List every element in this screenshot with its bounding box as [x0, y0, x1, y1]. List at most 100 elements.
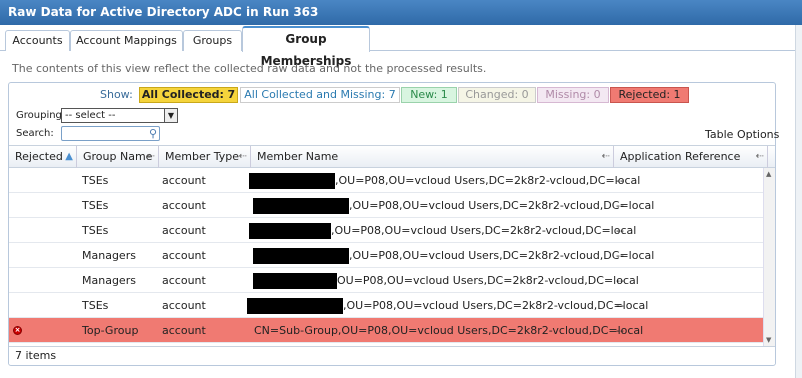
member-name-suffix: OU=P08,OU=vcloud Users,DC=2k8r2-vcloud,D…: [337, 274, 639, 287]
filter-changed-label: Changed:: [465, 88, 519, 101]
grouping-label: Grouping:: [16, 110, 66, 121]
search-icon[interactable]: ⚲: [149, 127, 157, 140]
redacted-block: [247, 298, 343, 314]
table-row[interactable]: TSEs account ,OU=P08,OU=vcloud Users,DC=…: [9, 193, 763, 218]
cell-application-reference: --: [616, 224, 624, 237]
table-row[interactable]: TSEs account ,OU=P08,OU=vcloud Users,DC=…: [9, 168, 763, 193]
table-row[interactable]: Managers account OU=P08,OU=vcloud Users,…: [9, 268, 763, 293]
column-menu-icon: ⇠: [146, 151, 155, 162]
cell-application-reference: --: [616, 199, 624, 212]
window-scrollbar[interactable]: [795, 25, 802, 378]
redacted-block: [253, 248, 349, 264]
cell-application-reference: --: [616, 299, 624, 312]
cell-group-name: TSEs: [82, 299, 109, 312]
filter-all-collected[interactable]: All Collected: 7: [139, 87, 238, 103]
cell-application-reference: --: [616, 249, 624, 262]
cell-group-name: Top-Group: [82, 324, 139, 337]
tab-accounts[interactable]: Accounts: [5, 30, 70, 51]
cell-member-name: ,OU=P08,OU=vcloud Users,DC=2k8r2-vcloud,…: [247, 293, 648, 318]
cell-member-name: ,OU=P08,OU=vcloud Users,DC=2k8r2-vcloud,…: [253, 193, 654, 218]
search-label: Search:: [16, 128, 54, 139]
redacted-block: [249, 173, 335, 189]
table-row[interactable]: Managers account ,OU=P08,OU=vcloud Users…: [9, 243, 763, 268]
rejected-icon: ×: [13, 326, 22, 335]
cell-member-name: ,OU=P08,OU=vcloud Users,DC=2k8r2-vcloud,…: [249, 168, 640, 193]
col-application-reference[interactable]: Application Reference ⇠: [614, 146, 768, 168]
cell-member-name: ,OU=P08,OU=vcloud Users,DC=2k8r2-vcloud,…: [249, 218, 636, 243]
member-name-suffix: ,OU=P08,OU=vcloud Users,DC=2k8r2-vcloud,…: [335, 174, 641, 187]
filter-all-collected-label: All Collected:: [141, 88, 224, 101]
filter-changed[interactable]: Changed: 0: [458, 87, 536, 103]
cell-member-name: CN=Sub-Group,OU=P08,OU=vcloud Users,DC=2…: [254, 324, 644, 337]
grouping-select[interactable]: -- select -- ▼: [61, 108, 178, 123]
table-header: Rejected ▲ Group Name ⇠ Member Type ⇠ Me…: [9, 145, 775, 168]
filter-all-collected-missing-label: All Collected and Missing:: [244, 88, 386, 101]
show-label: Show:: [100, 88, 133, 101]
cell-group-name: TSEs: [82, 199, 109, 212]
filter-missing[interactable]: Missing: 0: [537, 87, 609, 103]
filter-changed-count: 0: [521, 88, 529, 101]
member-name-suffix: ,OU=P08,OU=vcloud Users,DC=2k8r2-vcloud,…: [349, 249, 655, 262]
col-group-name-label: Group Name: [83, 150, 153, 163]
redacted-block: [253, 273, 337, 289]
cell-member-type: account: [162, 174, 206, 187]
filter-all-collected-count: 7: [227, 88, 236, 101]
cell-member-name: ,OU=P08,OU=vcloud Users,DC=2k8r2-vcloud,…: [253, 243, 654, 268]
view-note: The contents of this view reflect the co…: [12, 62, 487, 75]
cell-member-name: OU=P08,OU=vcloud Users,DC=2k8r2-vcloud,D…: [253, 268, 639, 293]
cell-application-reference: --: [616, 174, 624, 187]
filter-new-label: New:: [410, 88, 438, 101]
filter-new[interactable]: New: 1: [401, 87, 457, 103]
redacted-block: [249, 223, 331, 239]
table-row[interactable]: TSEs account ,OU=P08,OU=vcloud Users,DC=…: [9, 293, 763, 318]
table-row[interactable]: TSEs account ,OU=P08,OU=vcloud Users,DC=…: [9, 218, 763, 243]
col-rejected-label: Rejected: [15, 150, 63, 163]
filter-rejected-count: 1: [673, 88, 681, 101]
column-menu-icon: ⇠: [238, 151, 247, 162]
filter-all-collected-missing[interactable]: All Collected and Missing: 7: [240, 87, 400, 103]
table-options-link[interactable]: Table Options: [705, 128, 779, 141]
cell-group-name: TSEs: [82, 224, 109, 237]
col-member-type-label: Member Type: [165, 150, 240, 163]
sort-asc-icon: ▲: [65, 151, 73, 162]
col-rejected[interactable]: Rejected ▲: [9, 146, 77, 168]
cell-application-reference: --: [616, 274, 624, 287]
col-member-name[interactable]: Member Name ⇠: [251, 146, 614, 168]
grouping-select-value: -- select --: [65, 110, 116, 121]
table-row-rejected[interactable]: × Top-Group account CN=Sub-Group,OU=P08,…: [9, 318, 763, 343]
col-application-reference-label: Application Reference: [620, 150, 741, 163]
search-input[interactable]: ⚲: [61, 126, 160, 141]
filter-missing-label: Missing:: [545, 88, 591, 101]
member-name-suffix: ,OU=P08,OU=vcloud Users,DC=2k8r2-vcloud,…: [331, 224, 637, 237]
redacted-block: [253, 198, 349, 214]
cell-member-type: account: [162, 274, 206, 287]
scroll-up-icon[interactable]: ▲: [766, 170, 771, 178]
window-title: Raw Data for Active Directory ADC in Run…: [0, 0, 802, 25]
vertical-scrollbar[interactable]: ▲ ▼: [763, 168, 775, 346]
filter-new-count: 1: [440, 88, 448, 101]
column-menu-icon: ⇠: [755, 151, 764, 162]
cell-member-type: account: [162, 249, 206, 262]
filter-missing-count: 0: [593, 88, 601, 101]
cell-group-name: Managers: [82, 249, 136, 262]
member-name-suffix: ,OU=P08,OU=vcloud Users,DC=2k8r2-vcloud,…: [349, 199, 655, 212]
tab-account-mappings[interactable]: Account Mappings: [70, 30, 183, 51]
filter-rejected[interactable]: Rejected: 1: [610, 87, 689, 103]
cell-member-type: account: [162, 299, 206, 312]
col-group-name[interactable]: Group Name ⇠: [77, 146, 159, 168]
cell-group-name: TSEs: [82, 174, 109, 187]
cell-application-reference: --: [616, 324, 624, 337]
cell-member-type: account: [162, 199, 206, 212]
member-name-suffix: ,OU=P08,OU=vcloud Users,DC=2k8r2-vcloud,…: [343, 299, 649, 312]
col-member-type[interactable]: Member Type ⇠: [159, 146, 251, 168]
cell-member-type: account: [162, 324, 206, 337]
filter-rejected-label: Rejected:: [618, 88, 671, 101]
scroll-down-icon[interactable]: ▼: [766, 336, 771, 344]
column-menu-icon: ⇠: [601, 151, 610, 162]
cell-member-type: account: [162, 224, 206, 237]
tab-group-memberships[interactable]: Group Memberships: [242, 26, 370, 68]
item-count: 7 items: [9, 346, 775, 364]
tab-bar: Accounts Account Mappings Groups Group M…: [0, 25, 802, 68]
tab-groups[interactable]: Groups: [183, 30, 242, 51]
filter-all-collected-missing-count: 7: [388, 88, 396, 101]
